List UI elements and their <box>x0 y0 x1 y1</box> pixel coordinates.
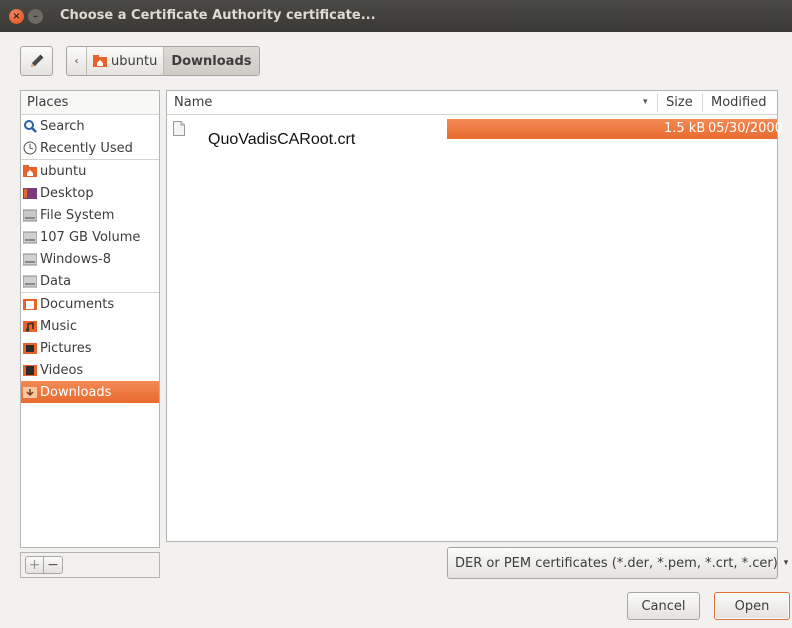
desktop-folder-icon <box>23 188 37 199</box>
videos-folder-icon <box>23 365 37 376</box>
column-divider[interactable] <box>657 94 658 112</box>
column-divider[interactable] <box>702 94 703 112</box>
sidebar-item-downloads[interactable]: Downloads <box>21 381 159 403</box>
sidebar-item-label: File System <box>40 207 115 223</box>
music-folder-icon <box>23 321 37 332</box>
drive-icon <box>23 275 37 288</box>
clock-icon <box>23 141 37 155</box>
sidebar-item-label: Windows-8 <box>40 251 111 267</box>
sidebar-item-label: Recently Used <box>40 140 133 156</box>
window-title: Choose a Certificate Authority certifica… <box>60 8 376 23</box>
drive-icon <box>23 209 37 222</box>
open-button[interactable]: Open <box>714 592 790 620</box>
drive-icon <box>23 231 37 244</box>
downloads-folder-icon <box>23 387 37 398</box>
sort-arrow-icon: ▾ <box>643 97 648 107</box>
titlebar: × – Choose a Certificate Authority certi… <box>0 0 792 32</box>
column-header-modified[interactable]: Modified <box>711 91 766 114</box>
file-chooser-dialog: × – Choose a Certificate Authority certi… <box>0 0 792 628</box>
drive-icon <box>23 253 37 266</box>
file-list: Name ▾ Size Modified QuoVadisCARoot.crt … <box>166 90 783 542</box>
file-modified: 05/30/2000 <box>708 121 783 136</box>
places-sidebar: Places Search Recently Used ubuntu Deskt… <box>20 90 160 548</box>
sidebar-item-desktop[interactable]: Desktop <box>21 182 159 204</box>
sidebar-item-label: ubuntu <box>40 163 87 179</box>
sidebar-item-label: Videos <box>40 362 84 378</box>
column-header-size[interactable]: Size <box>666 91 693 114</box>
sidebar-item-label: Desktop <box>40 185 94 201</box>
sidebar-item-107-gb-volume[interactable]: 107 GB Volume <box>21 226 159 248</box>
sidebar-item-ubuntu[interactable]: ubuntu <box>21 160 159 182</box>
sidebar-item-search[interactable]: Search <box>21 115 159 137</box>
sidebar-item-label: Music <box>40 318 77 334</box>
filter-selected-value: DER or PEM certificates (*.der, *.pem, *… <box>455 555 778 571</box>
path-item-downloads[interactable]: Downloads <box>164 47 259 75</box>
path-item-ubuntu[interactable]: ubuntu <box>87 47 165 75</box>
sidebar-item-label: Pictures <box>40 340 92 356</box>
documents-folder-icon <box>23 299 37 310</box>
pictures-folder-icon <box>23 343 37 354</box>
sidebar-item-recently-used[interactable]: Recently Used <box>21 137 159 159</box>
file-size: 1.5 kB <box>664 121 706 136</box>
sidebar-item-windows-8[interactable]: Windows-8 <box>21 248 159 270</box>
add-bookmark-button[interactable]: + <box>25 556 44 574</box>
file-name: QuoVadisCARoot.crt <box>208 131 356 148</box>
sidebar-item-music[interactable]: Music <box>21 315 159 337</box>
path-bar: ‹ ubuntu Downloads <box>66 46 260 76</box>
bookmark-buttons: + − <box>20 552 160 578</box>
file-icon <box>173 121 185 136</box>
path-back-button[interactable]: ‹ <box>67 47 87 75</box>
minimize-icon[interactable]: – <box>28 9 43 24</box>
sidebar-item-label: Documents <box>40 296 115 312</box>
home-folder-icon <box>93 55 107 67</box>
sidebar-item-file-system[interactable]: File System <box>21 204 159 226</box>
file-list-header: Name ▾ Size Modified <box>167 91 777 115</box>
column-header-name[interactable]: Name <box>174 91 212 114</box>
sidebar-item-label: 107 GB Volume <box>40 229 141 245</box>
search-icon <box>24 120 37 133</box>
sidebar-item-data[interactable]: Data <box>21 270 159 292</box>
places-header: Places <box>21 91 159 115</box>
sidebar-item-pictures[interactable]: Pictures <box>21 337 159 359</box>
sidebar-item-label: Data <box>40 273 72 289</box>
sidebar-item-label: Downloads <box>40 384 112 400</box>
chevron-left-icon: ‹ <box>74 55 79 67</box>
type-location-button[interactable] <box>20 46 53 76</box>
pencil-icon <box>30 54 43 67</box>
cancel-button[interactable]: Cancel <box>627 592 700 620</box>
path-item-label: ubuntu <box>111 53 158 69</box>
remove-bookmark-button[interactable]: − <box>44 556 63 574</box>
home-folder-icon <box>23 165 37 177</box>
sidebar-item-label: Search <box>40 118 85 134</box>
sidebar-item-videos[interactable]: Videos <box>21 359 159 381</box>
file-type-filter-select[interactable]: DER or PEM certificates (*.der, *.pem, *… <box>447 547 788 579</box>
path-item-label: Downloads <box>171 53 252 69</box>
chevron-down-icon: ▾ <box>783 558 789 568</box>
table-row[interactable]: QuoVadisCARoot.crt 1.5 kB 05/30/2000 <box>167 119 783 148</box>
close-icon[interactable]: × <box>9 9 24 24</box>
sidebar-item-documents[interactable]: Documents <box>21 293 159 315</box>
